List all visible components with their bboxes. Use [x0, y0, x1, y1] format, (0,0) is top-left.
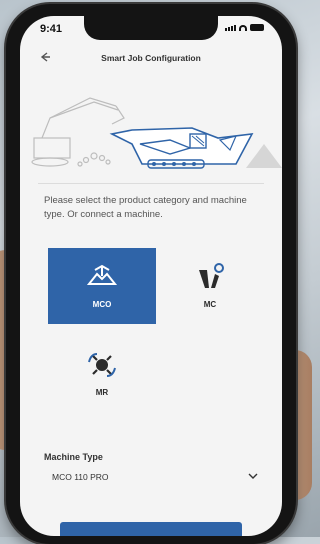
category-tile-mr[interactable]: MR: [48, 336, 156, 412]
mco-icon: [86, 264, 118, 285]
signal-icon: [225, 25, 236, 31]
nav-bar: Smart Job Configuration: [20, 46, 282, 72]
phone-notch: [84, 16, 218, 40]
instruction-text: Please select the product category and m…: [44, 195, 247, 220]
hero-illustration: [31, 97, 282, 169]
battery-icon: [250, 24, 264, 31]
wifi-icon: [239, 25, 247, 31]
machine-type-value: MCO 110 PRO: [52, 472, 109, 482]
machine-type-label: Machine Type: [44, 452, 103, 462]
category-label-mc: MC: [203, 300, 217, 309]
section-divider: [38, 183, 264, 184]
mc-icon: [199, 263, 224, 288]
page-title: Smart Job Configuration: [101, 53, 201, 63]
crusher-illustration: [109, 127, 254, 169]
category-label-mr: MR: [95, 388, 109, 397]
app-screen: 9:41 Smart Job Configuration Please sele…: [20, 16, 282, 536]
excavator-illustration: [31, 97, 125, 167]
stockpile-illustration: [246, 144, 282, 168]
phone-frame: 9:41 Smart Job Configuration Please sele…: [6, 4, 296, 544]
category-tile-mc[interactable]: MC: [156, 248, 264, 324]
continue-button[interactable]: [60, 522, 242, 536]
status-icons: [225, 24, 264, 31]
category-label-mco: MCO: [92, 300, 112, 309]
mr-icon: [88, 353, 116, 377]
chevron-down-icon: [248, 473, 258, 479]
status-time: 9:41: [40, 23, 63, 35]
category-tile-mco[interactable]: MCO: [48, 248, 156, 324]
machine-type-select[interactable]: MCO 110 PRO: [44, 468, 266, 490]
